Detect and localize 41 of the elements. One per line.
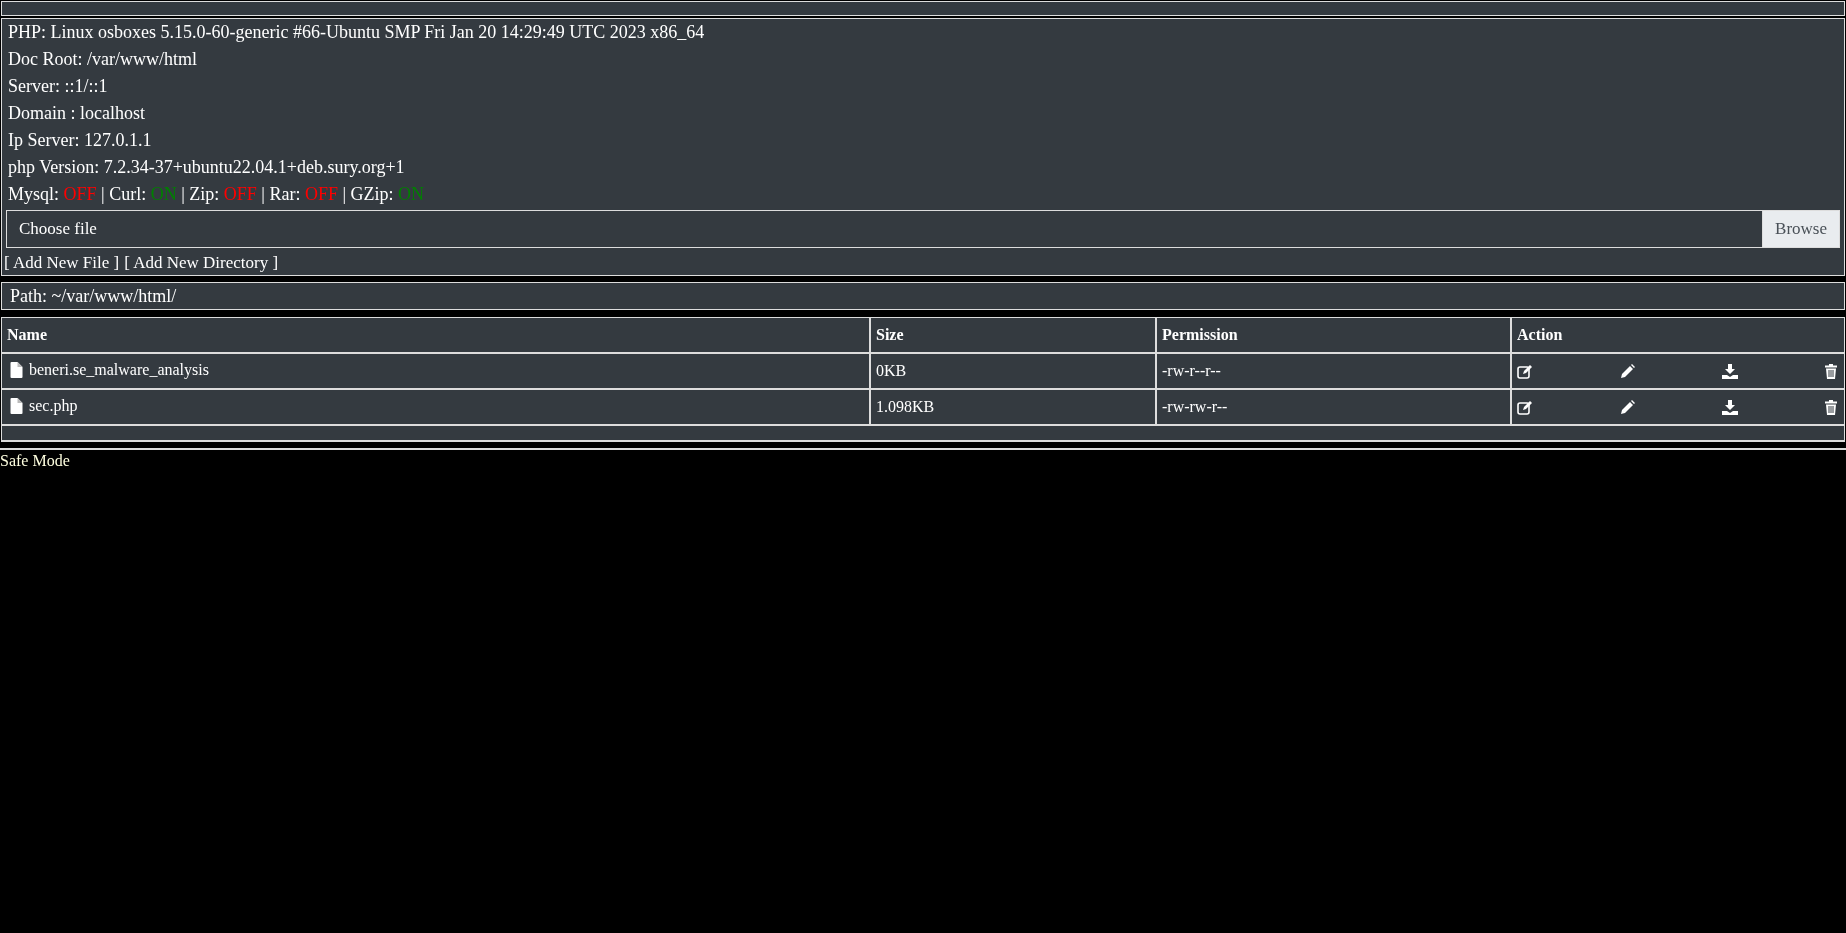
- separator: |: [261, 184, 265, 204]
- info-line: Server: ::1/::1: [7, 75, 109, 98]
- extension-status: Curl: ON: [109, 184, 177, 204]
- extension-status: Mysql: OFF: [8, 184, 97, 204]
- trash-icon[interactable]: [1825, 363, 1837, 379]
- extension-status: Rar: OFF: [269, 184, 338, 204]
- trash-icon[interactable]: [1825, 399, 1837, 415]
- info-line: Ip Server: 127.0.1.1: [7, 129, 153, 152]
- pencil-icon[interactable]: [1620, 363, 1635, 379]
- download-icon[interactable]: [1722, 399, 1738, 415]
- separator: |: [342, 184, 347, 204]
- download-icon[interactable]: [1722, 363, 1738, 379]
- table-cell: -rw-rw-r--: [1156, 389, 1511, 425]
- extension-status: Zip: OFF: [189, 184, 257, 204]
- file-name[interactable]: beneri.se_malware_analysis: [29, 360, 209, 379]
- file-icon: [10, 397, 23, 414]
- info-line: Doc Root: /var/www/html: [7, 48, 198, 71]
- extension-status: GZip: ON: [350, 184, 425, 204]
- separator: |: [101, 184, 105, 204]
- info-line: PHP: Linux osboxes 5.15.0-60-generic #66-Ubuntu SMP Fri Jan 20 14:29:49 UTC 2023 x86_64: [7, 21, 706, 44]
- column-header: Name: [2, 318, 870, 353]
- column-header: Action: [1511, 318, 1844, 353]
- edit-icon[interactable]: [1517, 399, 1533, 415]
- file-icon: [10, 361, 23, 378]
- file-input[interactable]: Choose file Browse: [6, 210, 1840, 248]
- table-cell: -rw-r--r--: [1156, 353, 1511, 389]
- table-cell: 0KB: [870, 353, 1156, 389]
- column-header: Permission: [1156, 318, 1511, 353]
- browse-button[interactable]: Browse: [1762, 211, 1839, 247]
- column-header: Size: [870, 318, 1156, 353]
- add-link[interactable]: [ Add New Directory ]: [124, 252, 279, 274]
- separator: |: [181, 184, 185, 204]
- file-name[interactable]: sec.php: [29, 396, 78, 415]
- pencil-icon[interactable]: [1620, 399, 1635, 415]
- add-link[interactable]: [ Add New File ]: [4, 252, 120, 274]
- info-line: Domain : localhost: [7, 102, 146, 125]
- info-line: php Version: 7.2.34-37+ubuntu22.04.1+deb.sury.org+1: [7, 156, 406, 179]
- table-cell: 1.098KB: [870, 389, 1156, 425]
- safe-mode-label: Safe Mode: [0, 452, 70, 469]
- path-text: Path: ~/var/www/html/: [10, 286, 177, 306]
- edit-icon[interactable]: [1517, 363, 1533, 379]
